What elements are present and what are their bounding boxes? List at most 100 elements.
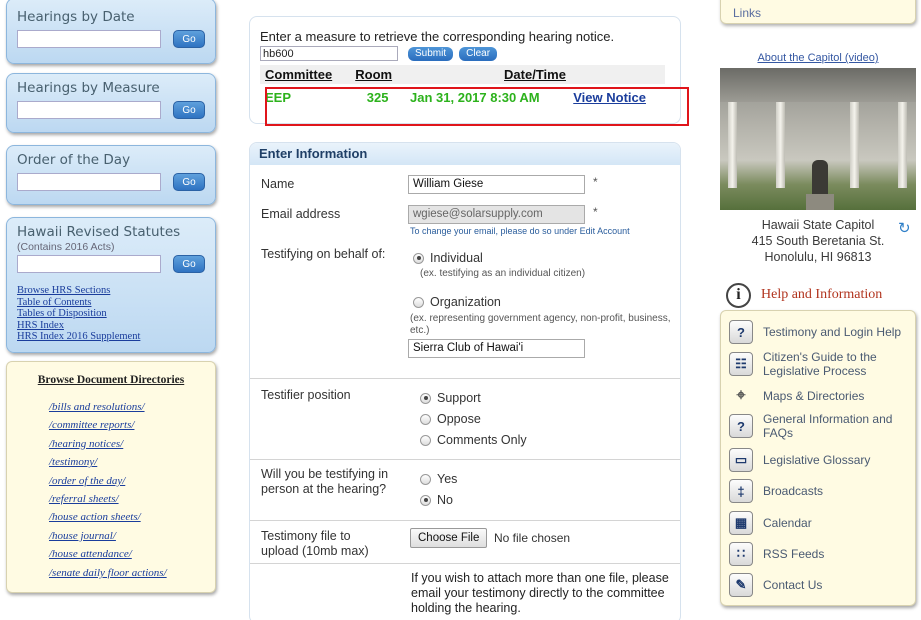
- hrs-subtitle: (Contains 2016 Acts): [17, 241, 115, 253]
- radio-dot[interactable]: [420, 473, 431, 485]
- behalf-row: Testifying on behalf of: Individual (ex.…: [250, 247, 680, 373]
- help-item-contact[interactable]: ✎ Contact Us: [729, 573, 913, 597]
- refresh-icon[interactable]: ↻: [898, 219, 911, 237]
- name-label: Name: [261, 177, 295, 191]
- hrs-input[interactable]: [17, 255, 161, 273]
- email-note: To change your email, please do so under…: [410, 226, 630, 236]
- required-mark: *: [593, 175, 598, 189]
- browse-directories-box: Browse Document Directories /bills and r…: [6, 361, 216, 593]
- directory-link[interactable]: /testimony/: [49, 456, 97, 468]
- directory-link[interactable]: /referral sheets/: [49, 493, 119, 505]
- help-header: i Help and Information: [722, 280, 916, 310]
- hearings-by-date-title: Hearings by Date: [17, 9, 135, 25]
- browse-directories-title: Browse Document Directories: [37, 374, 185, 386]
- list-item: /bills and resolutions/: [49, 398, 207, 416]
- comments-only-radio[interactable]: Comments Only: [420, 433, 527, 447]
- capitol-statue-base: [806, 194, 834, 210]
- in-person-label: Will you be testifying in person at the …: [261, 467, 389, 496]
- calendar-icon: ▦: [729, 511, 753, 535]
- order-of-day-go-button[interactable]: Go: [173, 173, 205, 191]
- organization-label: Organization: [430, 295, 501, 309]
- submit-button[interactable]: Submit: [408, 46, 454, 61]
- capitol-column: [850, 102, 859, 188]
- organization-example: (ex. representing government agency, non…: [410, 313, 671, 336]
- help-item-maps[interactable]: ⌖ Maps & Directories: [729, 384, 913, 408]
- capitol-column: [776, 102, 785, 188]
- email-field: wgiese@solarsupply.com: [408, 205, 585, 224]
- directory-link[interactable]: /bills and resolutions/: [49, 401, 145, 413]
- help-panel: ? Testimony and Login Help ☷ Citizen's G…: [720, 310, 916, 606]
- help-item-rss[interactable]: ∷ RSS Feeds: [729, 542, 913, 566]
- list-item: /house attendance/: [49, 545, 207, 563]
- enter-information-header: Enter Information: [250, 143, 680, 165]
- help-item-broadcasts[interactable]: ‡ Broadcasts: [729, 479, 913, 503]
- list-item: /hearing notices/: [49, 435, 207, 453]
- hrs-go-button[interactable]: Go: [173, 255, 205, 273]
- help-item-glossary[interactable]: ▭ Legislative Glossary: [729, 448, 913, 472]
- help-item-label: Testimony and Login Help: [763, 325, 902, 339]
- help-item-testimony-login[interactable]: ? Testimony and Login Help: [729, 320, 913, 344]
- measure-input[interactable]: [260, 46, 398, 61]
- order-of-day-input[interactable]: [17, 173, 161, 191]
- position-label: Testifier position: [261, 388, 351, 402]
- support-radio[interactable]: Support: [420, 391, 481, 405]
- radio-dot[interactable]: [420, 434, 431, 446]
- hearings-by-date-input[interactable]: [17, 30, 161, 48]
- organization-name-field[interactable]: Sierra Club of Hawai'i: [408, 339, 585, 358]
- datetime-header: Date/Time: [405, 65, 665, 84]
- hearings-by-measure-title: Hearings by Measure: [17, 80, 160, 96]
- hrs-title: Hawaii Revised Statutes: [17, 224, 181, 240]
- directory-link[interactable]: /committee reports/: [49, 419, 134, 431]
- help-item-calendar[interactable]: ▦ Calendar: [729, 511, 913, 535]
- list-item: /house action sheets/: [49, 508, 207, 526]
- radio-dot[interactable]: [420, 392, 431, 404]
- clear-button[interactable]: Clear: [459, 46, 498, 61]
- comments-only-label: Comments Only: [437, 433, 527, 447]
- hrs-box: Hawaii Revised Statutes (Contains 2016 A…: [6, 217, 216, 353]
- hrs-link-browse[interactable]: Browse HRS Sections: [17, 285, 205, 297]
- capitol-street: 415 South Beretania St.: [751, 234, 885, 248]
- radio-dot[interactable]: [420, 413, 431, 425]
- hrs-link-index[interactable]: HRS Index: [17, 320, 205, 332]
- hrs-link-index-supplement[interactable]: HRS Index 2016 Supplement: [17, 331, 205, 343]
- question-icon: ?: [729, 320, 753, 344]
- help-item-general-info[interactable]: ? General Information and FAQs: [729, 412, 913, 440]
- organization-radio[interactable]: Organization: [413, 295, 501, 309]
- directory-link[interactable]: /hearing notices/: [49, 438, 123, 450]
- oppose-radio[interactable]: Oppose: [420, 412, 481, 426]
- no-radio[interactable]: No: [420, 493, 453, 507]
- email-row: Email address wgiese@solarsupply.com * T…: [250, 205, 680, 241]
- capitol-photo[interactable]: [720, 68, 916, 210]
- room-header: Room: [350, 65, 406, 84]
- choose-file-button[interactable]: Choose File: [410, 528, 488, 548]
- name-field[interactable]: William Giese: [408, 175, 585, 194]
- directory-link[interactable]: /senate daily floor actions/: [49, 567, 167, 579]
- hrs-link-toc[interactable]: Table of Contents: [17, 297, 205, 309]
- no-label: No: [437, 493, 453, 507]
- about-capitol-link[interactable]: About the Capitol (video): [720, 52, 916, 64]
- radio-dot[interactable]: [413, 296, 424, 308]
- table-header-row: Committee Room Date/Time: [260, 65, 665, 84]
- yes-label: Yes: [437, 472, 458, 486]
- help-item-citizens-guide[interactable]: ☷ Citizen's Guide to the Legislative Pro…: [729, 350, 913, 378]
- radio-dot[interactable]: [413, 252, 424, 264]
- list-item: /testimony/: [49, 453, 207, 471]
- measure-prompt: Enter a measure to retrieve the correspo…: [260, 29, 615, 44]
- directory-link[interactable]: /house action sheets/: [49, 511, 141, 523]
- hearings-by-measure-go-button[interactable]: Go: [173, 101, 205, 119]
- file-label: Testimony file to upload (10mb max): [261, 529, 369, 558]
- file-row: Testimony file to upload (10mb max) Choo…: [250, 528, 680, 564]
- directory-link[interactable]: /order of the day/: [49, 475, 125, 487]
- individual-radio[interactable]: Individual: [413, 251, 483, 265]
- help-title: Help and Information: [761, 287, 883, 302]
- hearings-by-measure-input[interactable]: [17, 101, 161, 119]
- directory-link[interactable]: /house attendance/: [49, 548, 132, 560]
- file-status: No file chosen: [494, 531, 571, 545]
- directory-link[interactable]: /house journal/: [49, 530, 116, 542]
- hrs-link-disposition[interactable]: Tables of Disposition: [17, 308, 205, 320]
- yes-radio[interactable]: Yes: [420, 472, 457, 486]
- radio-dot[interactable]: [420, 494, 431, 506]
- hearings-by-date-go-button[interactable]: Go: [173, 30, 205, 48]
- rss-icon: ∷: [729, 542, 753, 566]
- open-book-icon: ▭: [729, 448, 753, 472]
